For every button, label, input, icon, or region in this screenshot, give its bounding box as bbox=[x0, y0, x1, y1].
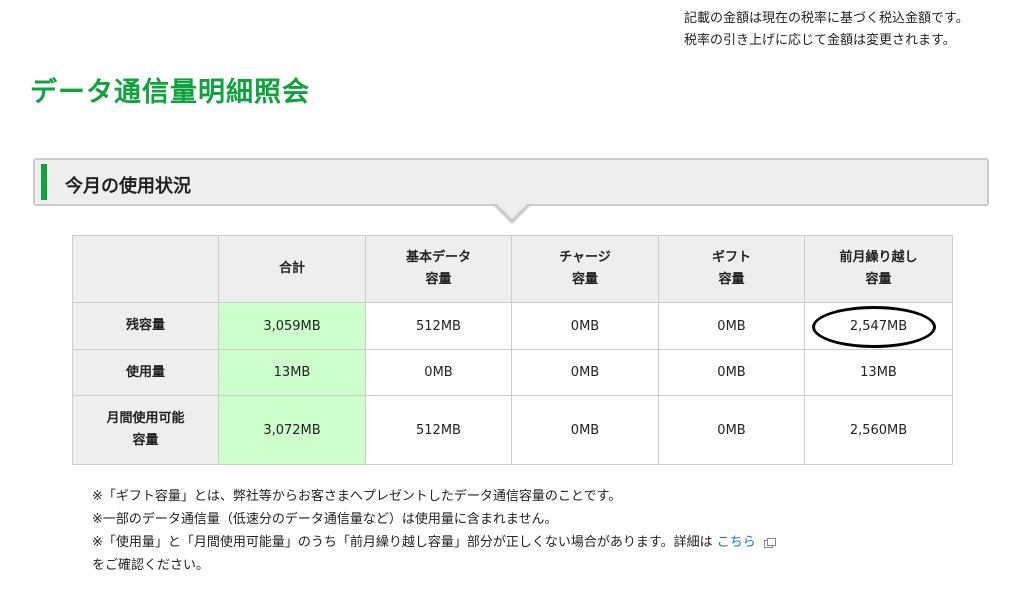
header-gift: ギフト 容量 bbox=[658, 235, 805, 303]
tax-note: 記載の金額は現在の税率に基づく税込金額です。 税率の引き上げに応じて金額は変更さ… bbox=[684, 8, 969, 52]
header-label: 容量 bbox=[571, 272, 598, 287]
cell-total: 13MB bbox=[218, 349, 366, 396]
row-label-line1: 月間使用可能 bbox=[106, 411, 185, 426]
header-basic-data: 基本データ 容量 bbox=[365, 235, 512, 303]
row-label: 残容量 bbox=[72, 302, 219, 350]
header-label: 合計 bbox=[278, 261, 305, 276]
page-title: データ通信量明細照会 bbox=[30, 77, 310, 108]
section-header: 今月の使用状況 bbox=[33, 158, 989, 206]
header-label: 容量 bbox=[718, 272, 745, 287]
usage-table: 合計 基本データ 容量 チャージ 容量 ギフト 容量 前月繰り越し 容量 残容量 3,0… bbox=[72, 235, 953, 465]
external-window-icon[interactable] bbox=[763, 538, 776, 548]
page: 記載の金額は現在の税率に基づく税込金額です。 税率の引き上げに応じて金額は変更さ… bbox=[0, 0, 1024, 600]
cell-charge: 0MB bbox=[511, 395, 659, 465]
section-pointer-arrow-fill bbox=[497, 204, 527, 219]
header-corner bbox=[72, 235, 219, 303]
cell-gift: 0MB bbox=[658, 302, 805, 350]
note-excluded: ※一部のデータ通信量（低速分のデータ通信量など）は使用量に含まれません。 bbox=[92, 512, 558, 527]
cell-charge: 0MB bbox=[511, 349, 659, 396]
header-label: 容量 bbox=[865, 272, 892, 287]
section-accent-bar bbox=[41, 164, 47, 200]
table-row-used: 使用量 13MB 0MB 0MB 0MB 13MB bbox=[72, 349, 953, 396]
note-carryover-text: ※「使用量」と「月間使用可能量」のうち「前月繰り越し容量」部分が正しくない場合が… bbox=[92, 535, 713, 550]
header-label: ギフト bbox=[711, 250, 751, 265]
cell-basic-data: 512MB bbox=[365, 302, 512, 350]
table-row-remaining: 残容量 3,059MB 512MB 0MB 0MB 2,547MB bbox=[72, 302, 953, 350]
cell-carryover: 2,547MB bbox=[804, 302, 953, 350]
tax-note-line1: 記載の金額は現在の税率に基づく税込金額です。 bbox=[684, 11, 969, 26]
cell-charge: 0MB bbox=[511, 302, 659, 350]
header-label: 容量 bbox=[425, 272, 452, 287]
row-label: 使用量 bbox=[72, 349, 219, 396]
header-label: 前月繰り越し bbox=[839, 250, 918, 265]
row-label: 月間使用可能 容量 bbox=[72, 395, 219, 465]
header-label: 基本データ bbox=[405, 250, 471, 265]
note-confirm: をご確認ください。 bbox=[92, 558, 210, 573]
details-link-label[interactable]: こちら bbox=[717, 535, 756, 550]
cell-basic-data: 0MB bbox=[365, 349, 512, 396]
note-gift: ※「ギフト容量」とは、弊社等からお客さまへプレゼントしたデータ通信容量のことです… bbox=[92, 489, 622, 504]
header-total: 合計 bbox=[218, 235, 366, 303]
header-carryover: 前月繰り越し 容量 bbox=[804, 235, 953, 303]
cell-gift: 0MB bbox=[658, 395, 805, 465]
details-link[interactable]: こちら bbox=[717, 535, 776, 550]
header-charge: チャージ 容量 bbox=[511, 235, 659, 303]
cell-gift: 0MB bbox=[658, 349, 805, 396]
section-title: 今月の使用状況 bbox=[65, 176, 191, 197]
cell-carryover: 2,560MB bbox=[804, 395, 953, 465]
cell-total: 3,059MB bbox=[218, 302, 366, 350]
cell-basic-data: 512MB bbox=[365, 395, 512, 465]
row-label-line2: 容量 bbox=[132, 433, 159, 448]
cell-carryover: 13MB bbox=[804, 349, 953, 396]
note-carryover: ※「使用量」と「月間使用可能量」のうち「前月繰り越し容量」部分が正しくない場合が… bbox=[92, 531, 776, 554]
cell-total: 3,072MB bbox=[218, 395, 366, 465]
notes: ※「ギフト容量」とは、弊社等からお客さまへプレゼントしたデータ通信容量のことです… bbox=[92, 485, 776, 577]
tax-note-line2: 税率の引き上げに応じて金額は変更されます。 bbox=[684, 33, 956, 48]
table-row-monthly-available: 月間使用可能 容量 3,072MB 512MB 0MB 0MB 2,560MB bbox=[72, 395, 953, 465]
table-header-row: 合計 基本データ 容量 チャージ 容量 ギフト 容量 前月繰り越し 容量 bbox=[72, 235, 953, 303]
header-label: チャージ bbox=[559, 250, 611, 265]
